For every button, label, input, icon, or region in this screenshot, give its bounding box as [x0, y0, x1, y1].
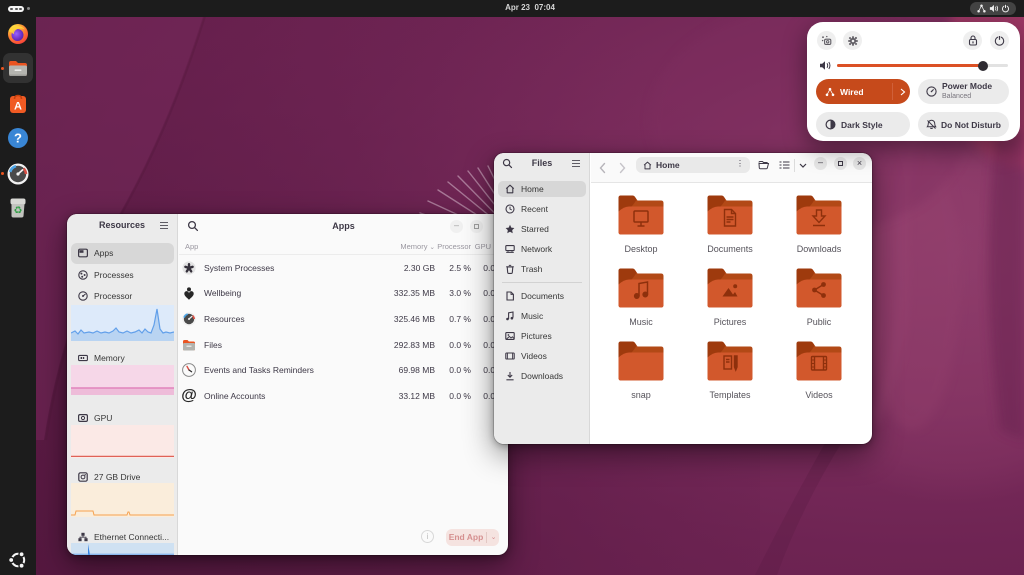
- svg-text:♻: ♻: [14, 206, 23, 217]
- svg-text:A: A: [14, 101, 22, 113]
- svg-text:?: ?: [14, 131, 22, 146]
